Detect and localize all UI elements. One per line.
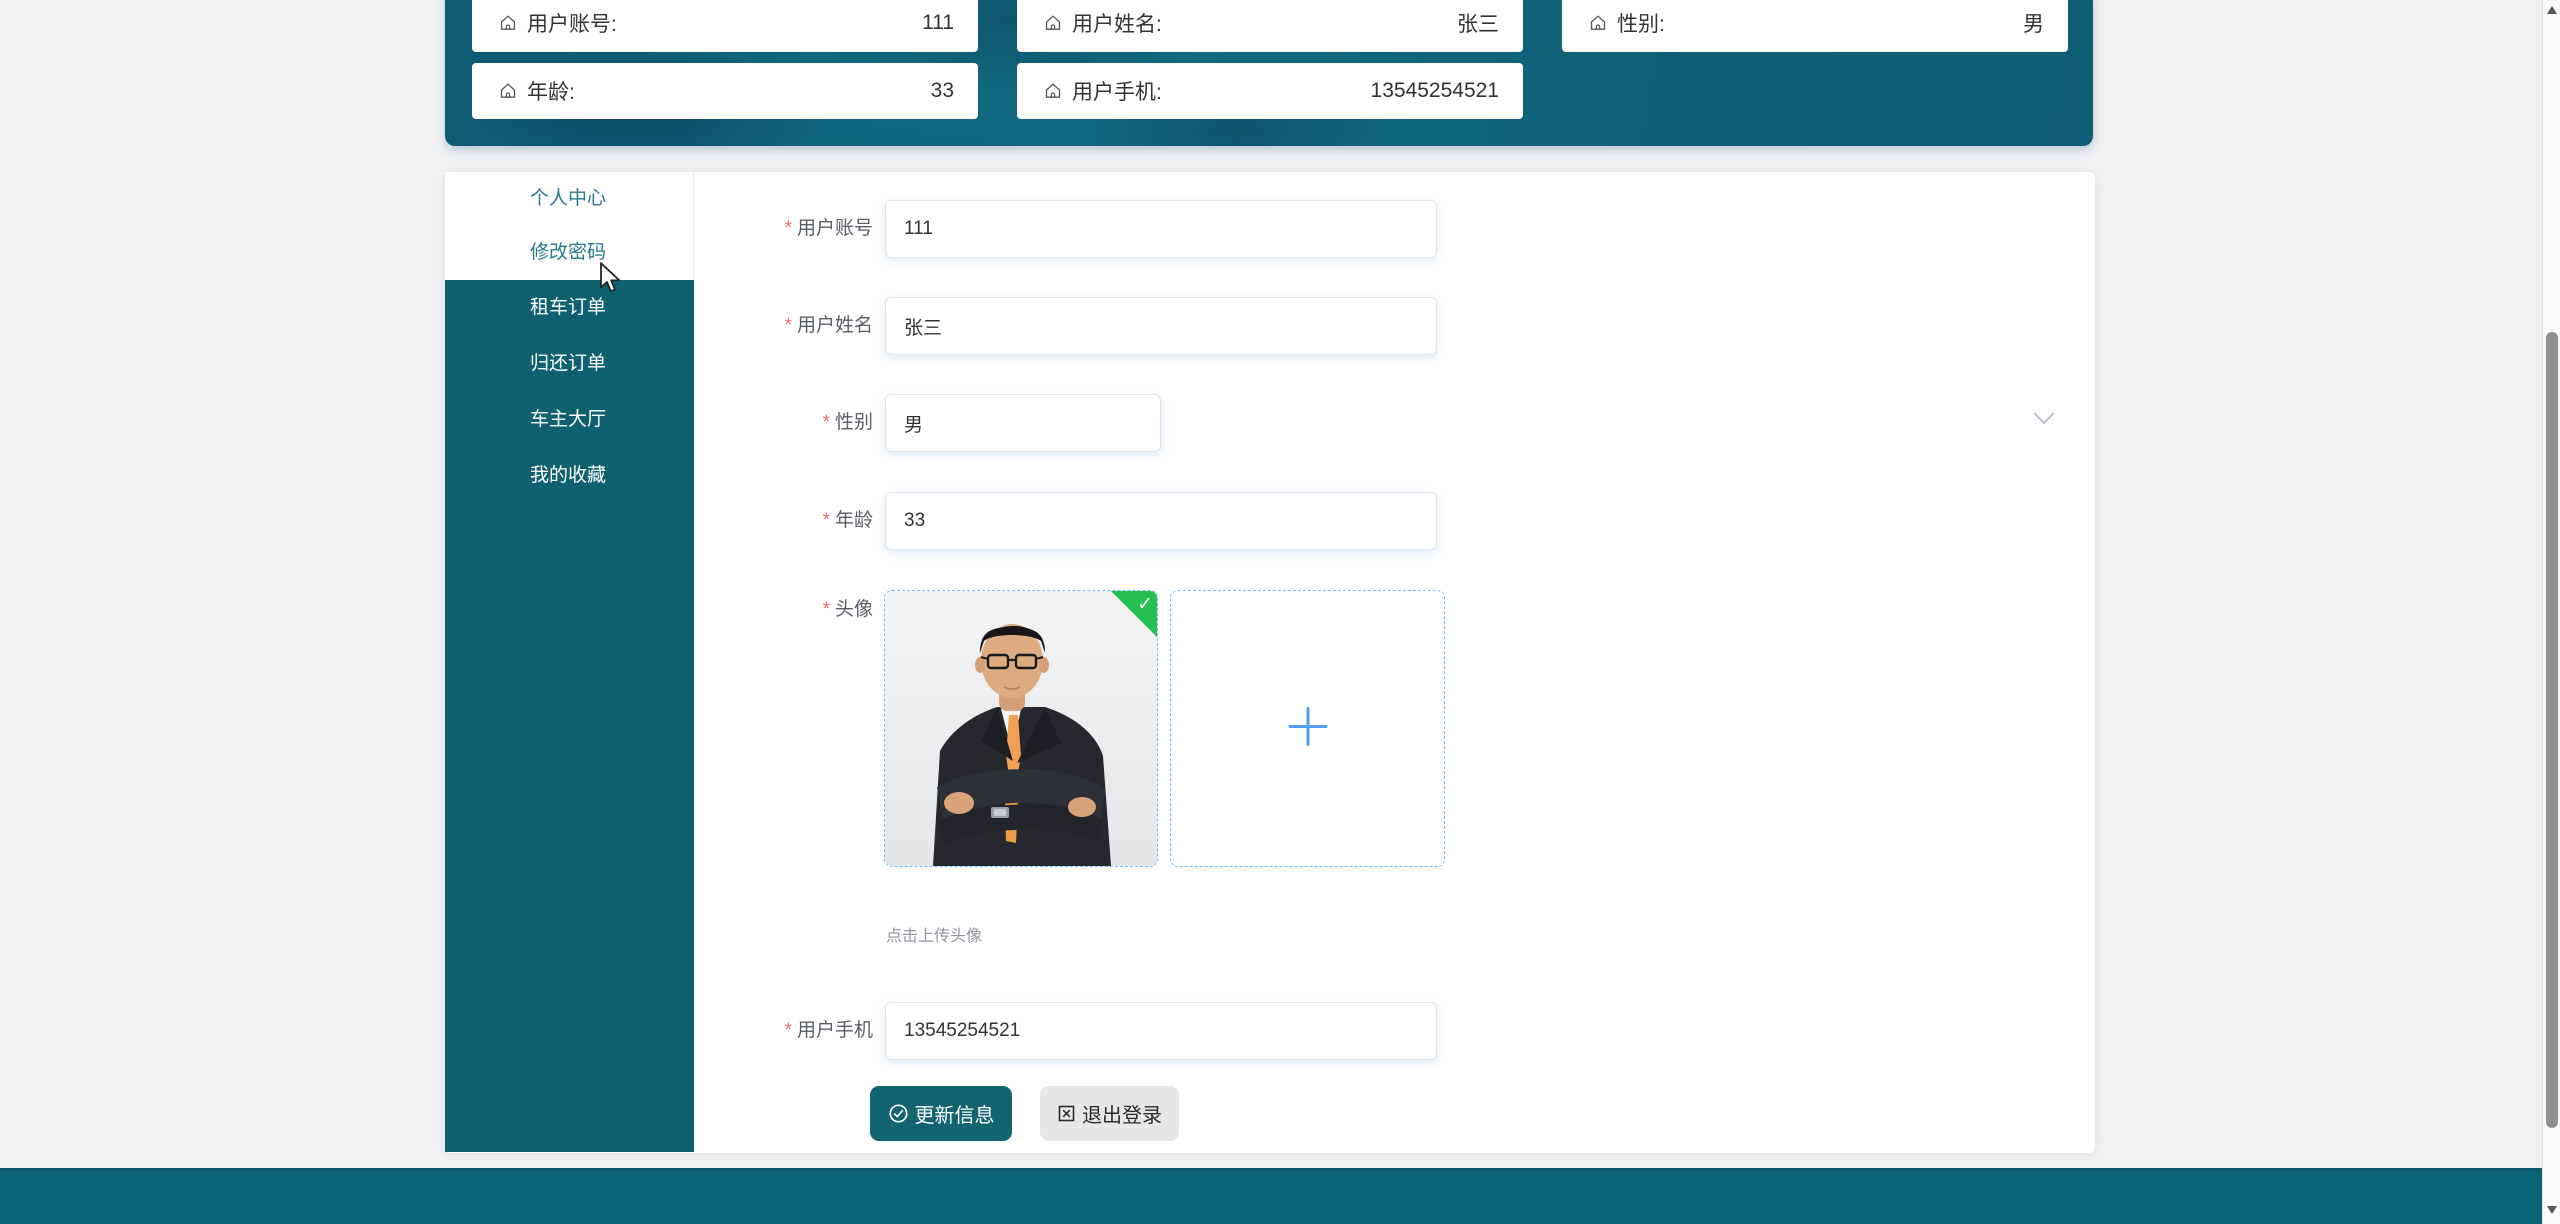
card-label: 用户手机:: [1072, 76, 1162, 106]
card-label: 用户账号:: [527, 8, 617, 38]
name-input[interactable]: [885, 297, 1437, 355]
age-label: *年龄: [633, 492, 873, 550]
page: 用户账号: 111 用户姓名: 张三 性别: 男 年龄: 33 用户手机: 13…: [0, 0, 2560, 1224]
account-input[interactable]: [885, 200, 1437, 258]
scrollbar[interactable]: [2542, 0, 2560, 1224]
home-icon: [498, 81, 518, 101]
required-marker: *: [785, 218, 792, 239]
update-info-button[interactable]: 更新信息: [870, 1086, 1012, 1141]
info-card-phone: 用户手机: 13545254521: [1017, 63, 1523, 119]
scrollbar-thumb[interactable]: [2546, 332, 2558, 1128]
home-icon: [1588, 13, 1608, 33]
info-card-age: 年龄: 33: [472, 63, 978, 119]
card-value: 33: [931, 79, 954, 103]
check-circle-icon: [888, 1103, 909, 1124]
logout-icon: [1057, 1104, 1076, 1123]
card-label: 年龄:: [527, 76, 575, 106]
name-label: *用户姓名: [633, 297, 873, 355]
avatar-upload-box[interactable]: [1170, 590, 1445, 867]
plus-icon: [1285, 703, 1331, 754]
avatar-preview[interactable]: ✓: [884, 590, 1158, 867]
upload-tip: 点击上传头像: [886, 922, 982, 946]
required-marker: *: [823, 599, 830, 620]
home-icon: [1043, 13, 1063, 33]
phone-label: *用户手机: [633, 1002, 873, 1060]
card-value: 张三: [1457, 8, 1499, 38]
info-card-account: 用户账号: 111: [472, 0, 978, 52]
card-value: 男: [2023, 8, 2044, 38]
gender-label: *性别: [633, 394, 873, 452]
check-icon: ✓: [1137, 593, 1153, 616]
scroll-up-arrow-icon[interactable]: [2547, 6, 2557, 14]
required-marker: *: [823, 510, 830, 531]
required-marker: *: [785, 315, 792, 336]
card-label: 用户姓名:: [1072, 8, 1162, 38]
phone-input[interactable]: [885, 1002, 1437, 1060]
age-input[interactable]: [885, 492, 1437, 550]
account-label: *用户账号: [633, 200, 873, 258]
home-icon: [498, 13, 518, 33]
logout-button[interactable]: 退出登录: [1040, 1086, 1179, 1141]
scroll-down-arrow-icon[interactable]: [2547, 1206, 2557, 1214]
mouse-cursor: [599, 262, 627, 301]
info-card-name: 用户姓名: 张三: [1017, 0, 1523, 52]
home-icon: [1043, 81, 1063, 101]
gender-select[interactable]: [885, 394, 1161, 452]
avatar-label: *头像: [633, 588, 873, 632]
required-marker: *: [823, 412, 830, 433]
card-value: 13545254521: [1371, 79, 1499, 103]
required-marker: *: [785, 1020, 792, 1041]
card-label: 性别:: [1617, 8, 1665, 38]
chevron-down-icon[interactable]: [2033, 412, 2055, 426]
page-footer: [0, 1168, 2560, 1224]
info-card-gender: 性别: 男: [1562, 0, 2068, 52]
card-value: 111: [922, 11, 954, 35]
